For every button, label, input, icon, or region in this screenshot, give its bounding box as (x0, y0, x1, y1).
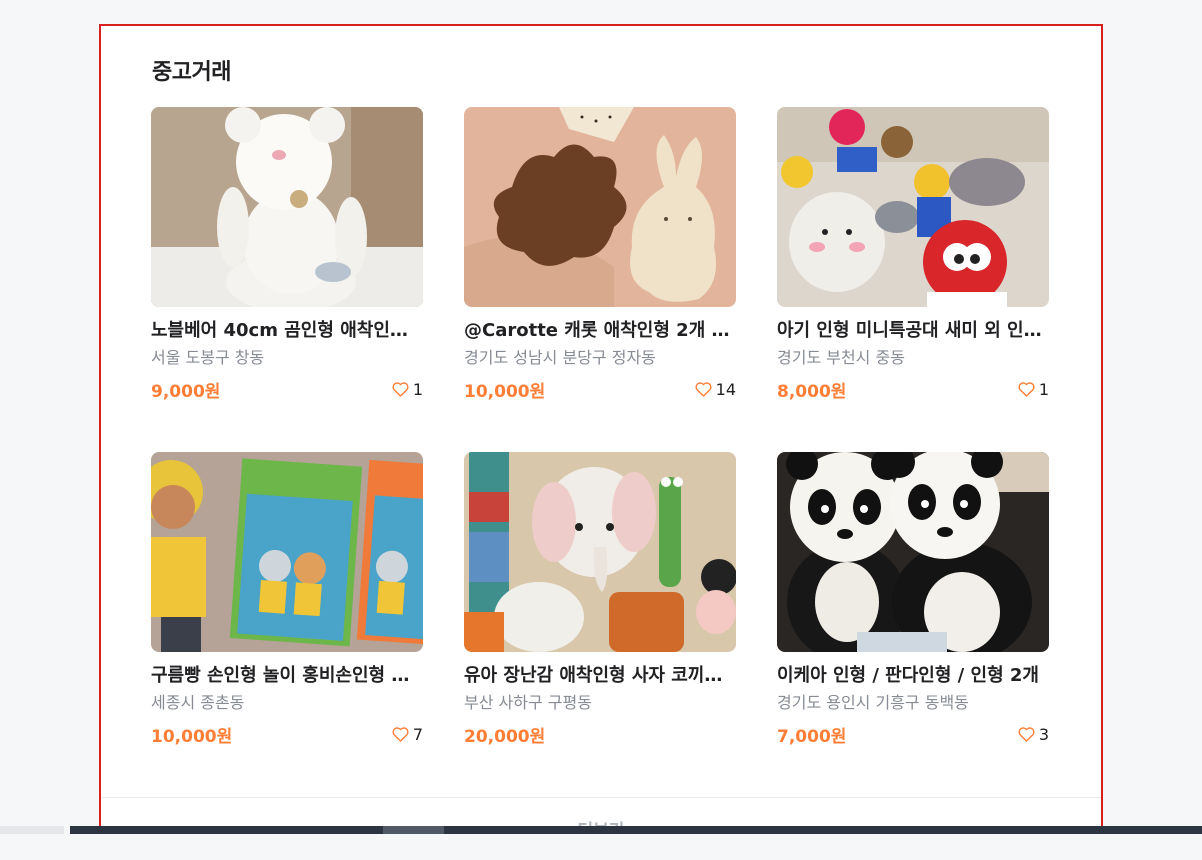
product-title[interactable]: 유아 장난감 애착인형 사자 코끼리 일괄 (464, 664, 736, 688)
product-price: 10,000원 (464, 381, 546, 402)
product-title[interactable]: 이케아 인형 / 판다인형 / 인형 2개 (777, 664, 1049, 688)
heart-icon (1018, 381, 1035, 397)
product-meta: 9,000원 1 (151, 377, 423, 402)
section-title: 중고거래 (152, 60, 231, 85)
product-title[interactable]: 아기 인형 미니특공대 새미 외 인형 일괄 (777, 319, 1049, 343)
product-thumbnail[interactable] (464, 452, 736, 652)
product-price: 9,000원 (151, 381, 221, 402)
product-region: 부산 사하구 구평동 (464, 693, 592, 712)
like-count: 1 (1018, 380, 1049, 399)
product-title[interactable]: 노블베어 40cm 곰인형 애착인형 새상품 (151, 319, 423, 343)
like-count: 1 (392, 380, 423, 399)
like-count: 7 (392, 725, 423, 744)
panda-plush-pair-image (777, 452, 1049, 652)
product-thumbnail[interactable] (151, 452, 423, 652)
bottom-strip-left (0, 826, 64, 834)
scrollbar-thumb[interactable] (383, 826, 444, 834)
like-count-value: 1 (412, 379, 423, 399)
like-count: 14 (695, 380, 736, 399)
like-count-value: 3 (1038, 724, 1049, 744)
heart-icon (1018, 726, 1035, 742)
product-card[interactable]: 구름빵 손인형 놀이 홍비손인형 세트 세종시 종촌동 10,000원 7 (151, 452, 423, 764)
product-thumbnail[interactable] (151, 107, 423, 307)
product-title[interactable]: @Carotte 캐롯 애착인형 2개 일괄 (464, 319, 736, 343)
product-region: 경기도 부천시 중동 (777, 348, 905, 367)
product-grid: 노블베어 40cm 곰인형 애착인형 새상품 서울 도봉구 창동 9,000원 … (151, 107, 1051, 764)
horizontal-scrollbar[interactable] (70, 826, 1202, 834)
product-price: 10,000원 (151, 726, 233, 747)
footer-divider (101, 797, 1101, 798)
product-card[interactable]: 유아 장난감 애착인형 사자 코끼리 일괄 부산 사하구 구평동 20,000원 (464, 452, 736, 764)
product-meta: 10,000원 7 (151, 722, 423, 747)
product-title[interactable]: 구름빵 손인형 놀이 홍비손인형 세트 (151, 664, 423, 688)
product-region: 서울 도봉구 창동 (151, 348, 265, 367)
product-meta: 20,000원 (464, 722, 736, 747)
like-count-value: 1 (1038, 379, 1049, 399)
elephant-cactus-toys-image (464, 452, 736, 652)
like-count-value: 7 (412, 724, 423, 744)
product-card[interactable]: 이케아 인형 / 판다인형 / 인형 2개 경기도 용인시 기흥구 동백동 7,… (777, 452, 1049, 764)
product-meta: 7,000원 3 (777, 722, 1049, 747)
heart-icon (695, 381, 712, 397)
product-region: 경기도 용인시 기흥구 동백동 (777, 693, 969, 712)
product-price: 8,000원 (777, 381, 847, 402)
product-meta: 8,000원 1 (777, 377, 1049, 402)
hand-puppet-books-image (151, 452, 423, 652)
product-card[interactable]: 노블베어 40cm 곰인형 애착인형 새상품 서울 도봉구 창동 9,000원 … (151, 107, 423, 419)
heart-icon (392, 726, 409, 742)
like-count-value: 14 (715, 379, 736, 399)
product-thumbnail[interactable] (777, 107, 1049, 307)
assorted-plush-toys-image (777, 107, 1049, 307)
product-thumbnail[interactable] (777, 452, 1049, 652)
heart-icon (392, 381, 409, 397)
used-goods-panel: 중고거래 노블베어 40cm 곰인형 애착인형 서울 도봉구 창동 9,000원… (99, 24, 1103, 834)
product-region: 세종시 종촌동 (151, 693, 245, 712)
product-price: 7,000원 (777, 726, 847, 747)
white-bear-plush-image (151, 107, 423, 307)
product-meta: 10,000원 14 (464, 377, 736, 402)
product-region: 경기도 성남시 분당구 정자동 (464, 348, 656, 367)
product-thumbnail[interactable] (464, 107, 736, 307)
product-price: 20,000원 (464, 726, 546, 747)
like-count: 3 (1018, 725, 1049, 744)
brown-bear-and-bunny-plush-image (464, 107, 736, 307)
product-card[interactable]: @Carotte 캐롯 애착인형 2개 일괄 경기도 성남시 분당구 정자동 1… (464, 107, 736, 419)
product-card[interactable]: 아기 인형 미니특공대 새미 외 인형 일괄 경기도 부천시 중동 8,000원… (777, 107, 1049, 419)
